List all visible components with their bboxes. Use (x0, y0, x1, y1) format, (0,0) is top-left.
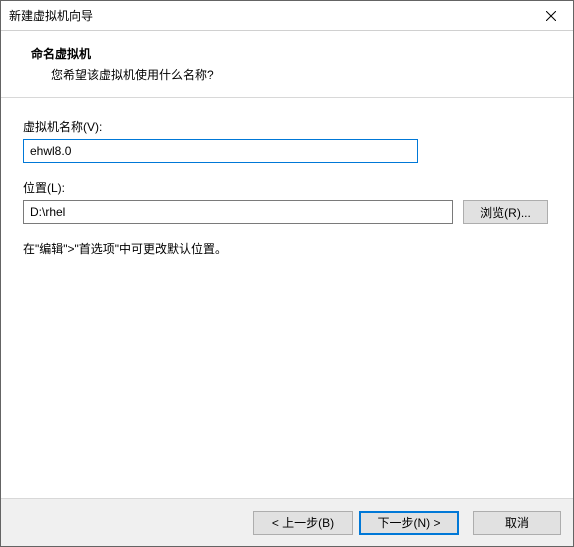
window-title: 新建虚拟机向导 (9, 7, 528, 24)
cancel-button[interactable]: 取消 (473, 511, 561, 535)
browse-button[interactable]: 浏览(R)... (463, 200, 548, 224)
wizard-footer: < 上一步(B) 下一步(N) > 取消 (1, 498, 573, 546)
page-subtitle: 您希望该虚拟机使用什么名称? (31, 66, 553, 83)
location-group: 位置(L): 浏览(R)... (23, 179, 551, 224)
vm-name-group: 虚拟机名称(V): (23, 118, 551, 163)
next-button[interactable]: 下一步(N) > (359, 511, 459, 535)
back-button[interactable]: < 上一步(B) (253, 511, 353, 535)
close-button[interactable] (528, 1, 573, 30)
vm-name-label: 虚拟机名称(V): (23, 118, 551, 135)
vm-name-input[interactable] (23, 139, 418, 163)
page-title: 命名虚拟机 (31, 45, 553, 62)
wizard-header: 命名虚拟机 您希望该虚拟机使用什么名称? (1, 31, 573, 98)
close-icon (546, 11, 556, 21)
location-label: 位置(L): (23, 179, 551, 196)
location-input[interactable] (23, 200, 453, 224)
location-row: 浏览(R)... (23, 200, 551, 224)
titlebar: 新建虚拟机向导 (1, 1, 573, 31)
content-area: 虚拟机名称(V): 位置(L): 浏览(R)... 在"编辑">"首选项"中可更… (1, 98, 573, 498)
hint-text: 在"编辑">"首选项"中可更改默认位置。 (23, 240, 551, 257)
